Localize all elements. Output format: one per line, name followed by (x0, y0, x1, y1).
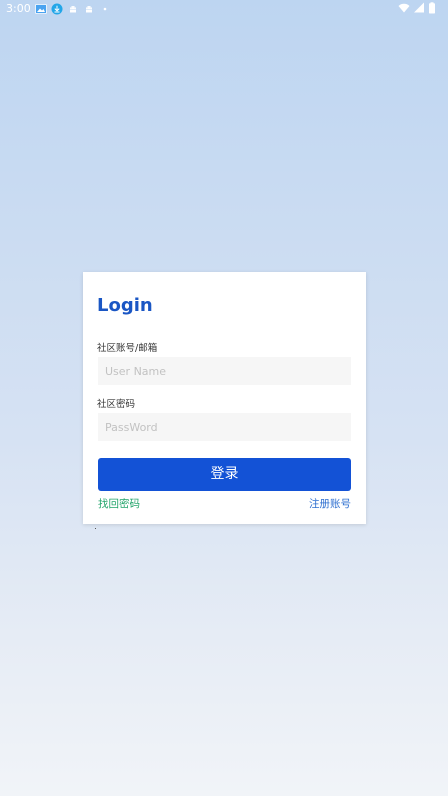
dot-icon (99, 3, 111, 15)
android-icon (67, 3, 79, 15)
login-button[interactable]: 登录 (98, 458, 351, 491)
status-bar: 3:00 (0, 0, 448, 18)
stray-dot (95, 528, 96, 529)
account-label: 社区账号/邮箱 (97, 343, 158, 354)
status-time: 3:00 (6, 2, 31, 15)
status-right (398, 2, 440, 14)
register-account-link[interactable]: 注册账号 (309, 498, 351, 511)
wifi-icon (398, 2, 410, 14)
login-title: Login (97, 295, 153, 316)
signal-icon (413, 2, 425, 14)
login-card: Login 社区账号/邮箱 社区密码 登录 找回密码 注册账号 (83, 272, 366, 524)
android-icon (83, 3, 95, 15)
download-icon (51, 3, 63, 15)
status-left: 3:00 (6, 2, 111, 16)
password-label: 社区密码 (97, 399, 136, 410)
gallery-icon (34, 3, 47, 15)
forgot-password-link[interactable]: 找回密码 (98, 498, 140, 511)
battery-icon (428, 2, 440, 14)
password-input[interactable] (98, 413, 351, 441)
username-input[interactable] (98, 357, 351, 385)
